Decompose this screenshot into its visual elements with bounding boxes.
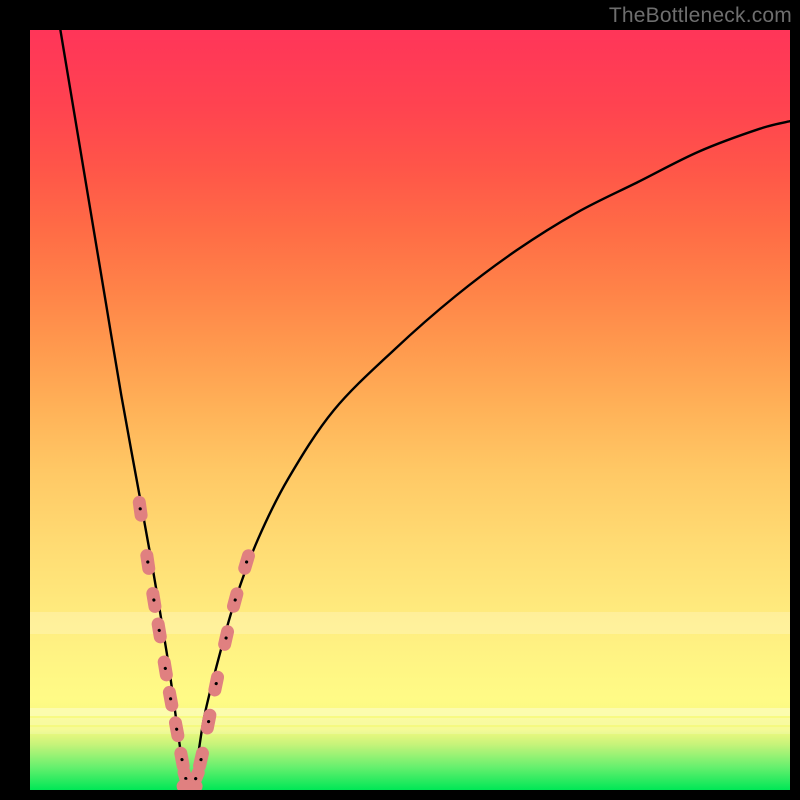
curve-marker [207, 670, 225, 698]
chart-svg [30, 30, 790, 790]
curve-marker [151, 617, 168, 645]
curve-marker [237, 548, 257, 577]
curve-marker [168, 715, 186, 743]
curve-marker [132, 495, 149, 523]
curve-marker [192, 745, 210, 773]
curve-marker [226, 586, 245, 614]
chart-frame: TheBottleneck.com [0, 0, 800, 800]
curve-marker [157, 655, 174, 683]
attribution-text: TheBottleneck.com [609, 4, 792, 28]
curve-marker [139, 548, 156, 576]
marker-layer [132, 495, 257, 790]
curve-marker [200, 708, 218, 736]
curve-marker [217, 624, 235, 652]
curve-marker [162, 685, 180, 713]
plot-area [30, 30, 790, 790]
curve-marker [145, 586, 162, 614]
